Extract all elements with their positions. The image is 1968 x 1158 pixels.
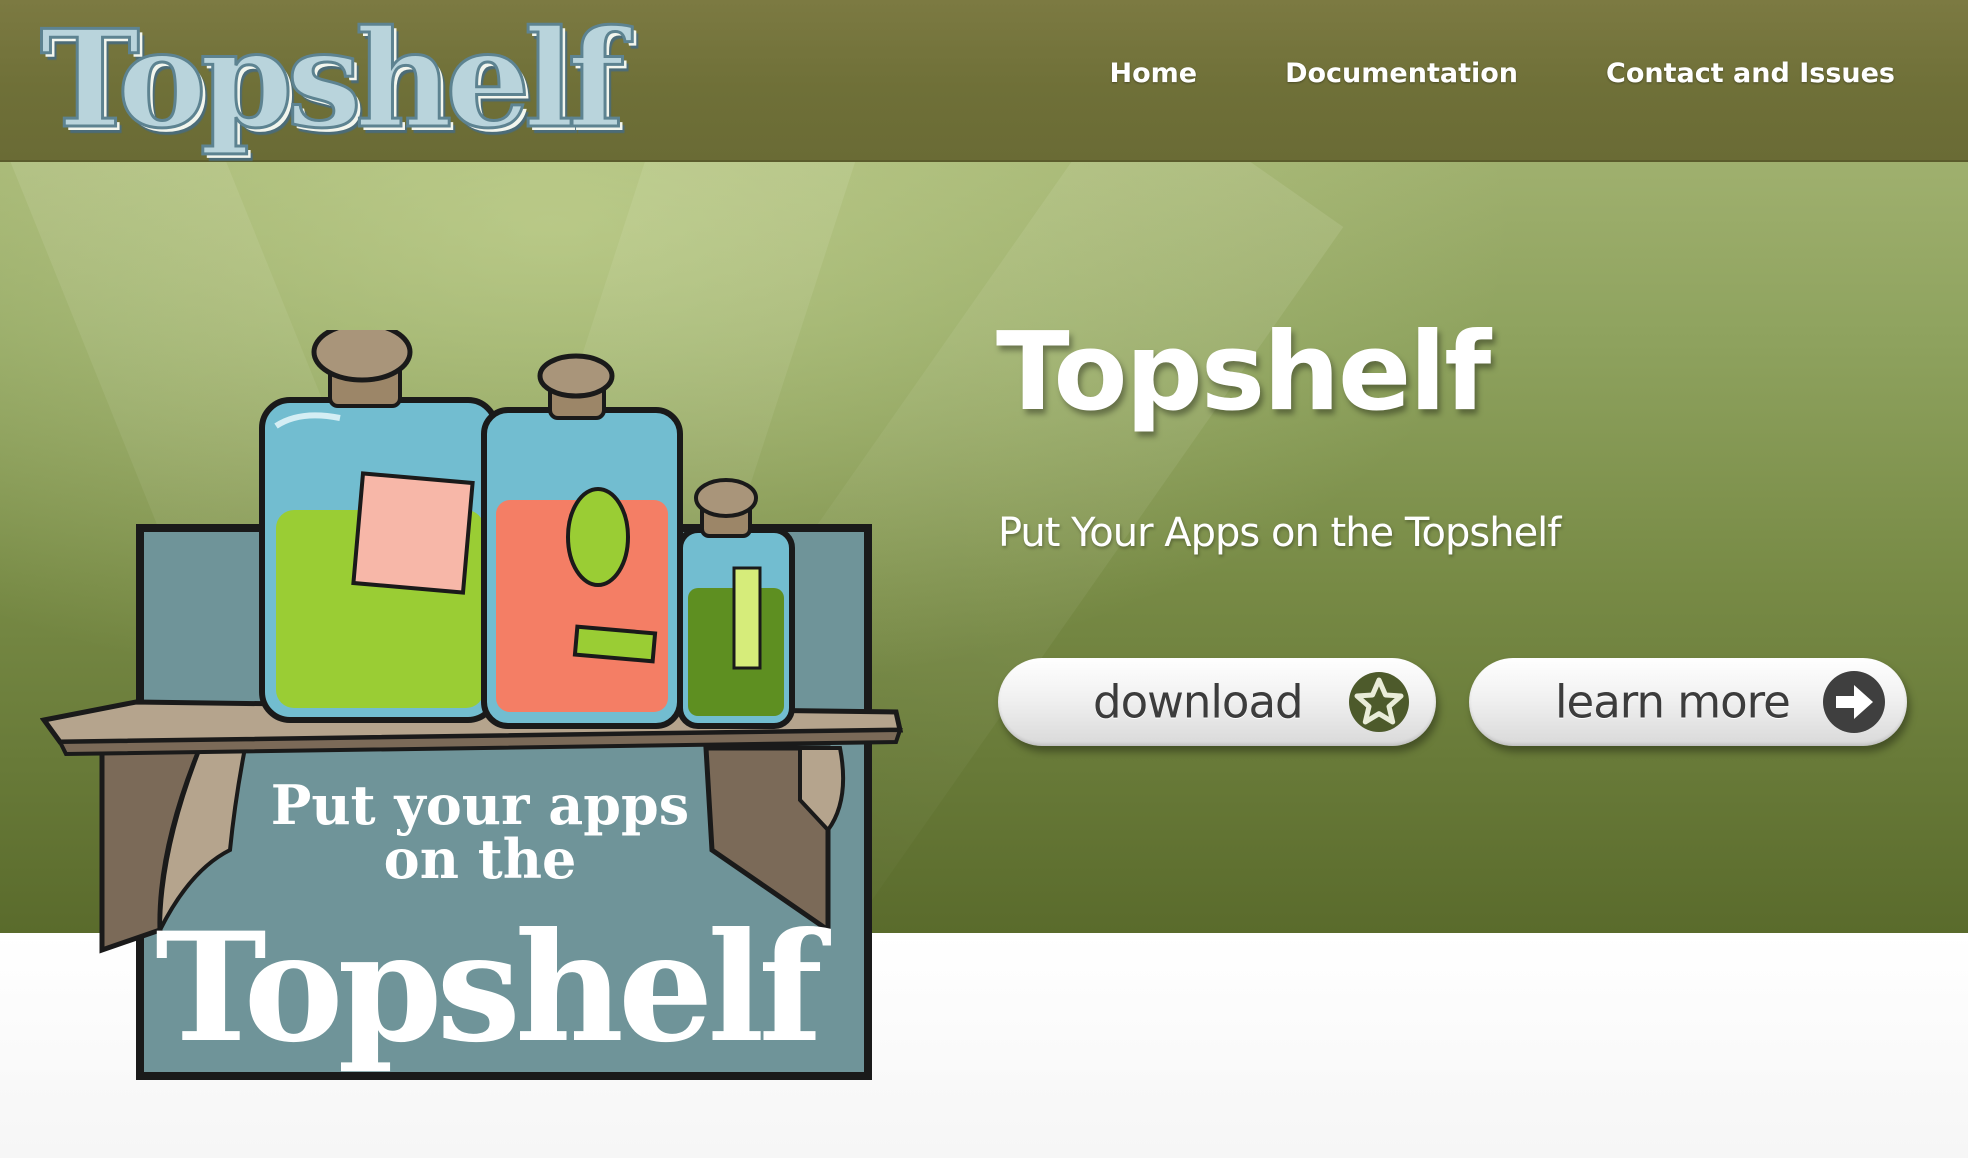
star-icon <box>1349 672 1409 732</box>
nav-home-link[interactable]: Home <box>1110 58 1198 89</box>
sign-line-2: on the <box>384 827 577 891</box>
site-header: Topshelf Home Documentation Contact and … <box>0 0 1968 162</box>
hero-subtitle: Put Your Apps on the Topshelf <box>998 510 1561 556</box>
nav-contact-link[interactable]: Contact and Issues <box>1606 58 1895 89</box>
sign-line-3: Topshelf <box>155 900 831 1076</box>
learn-more-button[interactable]: learn more <box>1469 658 1907 746</box>
nav-documentation-link[interactable]: Documentation <box>1285 58 1518 89</box>
site-logo[interactable]: Topshelf <box>38 3 626 156</box>
learn-more-button-label: learn more <box>1555 675 1791 729</box>
hero-title: Topshelf <box>996 310 1491 435</box>
download-button-label: download <box>1093 675 1304 729</box>
main-nav: Home Documentation Contact and Issues <box>1110 58 1896 89</box>
topshelf-illustration: Put your apps on the Topshelf <box>40 330 904 1080</box>
arrow-right-icon <box>1823 671 1885 733</box>
download-button[interactable]: download <box>998 658 1436 746</box>
